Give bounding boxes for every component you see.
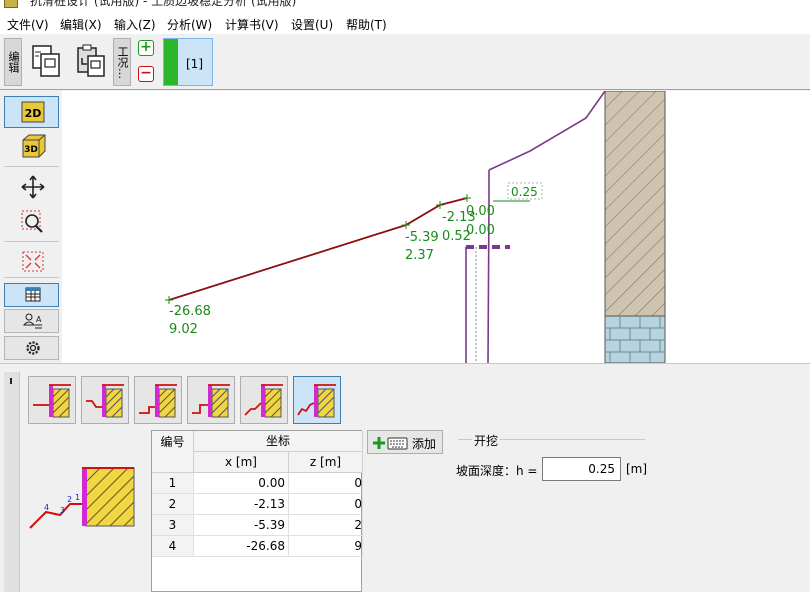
add-stage-button[interactable]: + xyxy=(138,40,154,56)
menu-edit[interactable]: 编辑(X) xyxy=(60,16,102,33)
col-header-z: z [m] xyxy=(289,452,363,473)
rock-region xyxy=(604,315,666,363)
view-tools: 2D 3D A xyxy=(0,91,62,363)
stage-tab[interactable]: 工况… xyxy=(113,38,131,86)
pan-button[interactable] xyxy=(4,172,59,200)
preview-label-4: 4 xyxy=(44,503,49,512)
point-3-x-label: -5.39 xyxy=(405,230,439,245)
depth-label: 0.25 xyxy=(511,185,538,199)
excavation-type-5-icon xyxy=(244,384,283,418)
title-bar: 抗滑桩设计 (试用版) - 土质边坡稳定分析 (试用版) xyxy=(0,0,810,12)
wall-left-line xyxy=(487,170,490,363)
cell-z[interactable]: 0 xyxy=(289,494,363,515)
preview-label-2: 2 xyxy=(67,495,72,504)
point-1-z-label: 0.00 xyxy=(466,223,495,238)
geometry-svg: 0.25 -26.68 9.02 -5.39 2.37 -2.13 0.52 0… xyxy=(165,91,666,363)
add-keyboard-icon xyxy=(373,437,408,450)
slope-boundary xyxy=(488,91,606,171)
preview-label-3: 3 xyxy=(60,506,65,515)
row-no: 3 xyxy=(152,515,194,536)
menu-settings[interactable]: 设置(U) xyxy=(291,16,333,33)
table-view-button[interactable] xyxy=(4,283,59,307)
excavation-type-3-icon xyxy=(139,384,177,418)
point-1-x-label: 0.00 xyxy=(466,204,495,219)
move-icon xyxy=(21,175,45,199)
svg-text:2D: 2D xyxy=(25,107,42,120)
excavation-group-label: 开挖 xyxy=(472,432,501,449)
preview-label-1: 1 xyxy=(75,493,80,502)
menu-file[interactable]: 文件(V) xyxy=(7,16,49,33)
svg-text:A: A xyxy=(36,315,42,324)
style-icon: A xyxy=(22,313,42,329)
remove-stage-button[interactable]: − xyxy=(138,66,154,82)
depth-unit: [m] xyxy=(626,462,648,476)
col-header-no: 编号 xyxy=(152,431,194,473)
view-2d-button[interactable]: 2D xyxy=(4,96,59,128)
stage-label: [1] xyxy=(186,57,203,71)
2d-icon: 2D xyxy=(21,101,45,123)
row-no: 1 xyxy=(152,473,194,494)
excavation-type-6-icon xyxy=(297,384,336,418)
edit-tab[interactable]: 编辑 xyxy=(4,38,22,86)
point-4-x-label: -26.68 xyxy=(169,304,211,319)
menu-bar: 文件(V) 编辑(X) 输入(Z) 分析(W) 计算书(V) 设置(U) 帮助(… xyxy=(0,12,810,34)
3d-icon: 3D xyxy=(22,134,46,158)
stage-1-button[interactable]: [1] xyxy=(163,38,213,86)
cell-x[interactable]: -5.39 xyxy=(194,515,289,536)
soil-region xyxy=(604,91,666,317)
excavation-type-4-icon xyxy=(192,384,230,418)
cell-x[interactable]: -2.13 xyxy=(194,494,289,515)
depth-field-label: 坡面深度：h = xyxy=(456,464,538,478)
input-panel: 4 3 2 1 编号 坐标 x [m] z [m] 1 0.00 0 2 -2.… xyxy=(0,372,810,592)
cell-z[interactable]: 0 xyxy=(289,473,363,494)
depth-input[interactable]: 0.25 xyxy=(542,457,621,481)
menu-report[interactable]: 计算书(V) xyxy=(225,16,279,33)
excavation-type-1-icon xyxy=(33,384,71,418)
excavation-type-2-button[interactable] xyxy=(81,376,129,424)
row-no: 2 xyxy=(152,494,194,515)
cell-x[interactable]: -26.68 xyxy=(194,536,289,557)
col-header-x: x [m] xyxy=(194,452,289,473)
panel-splitter[interactable] xyxy=(0,363,810,372)
menu-input[interactable]: 输入(Z) xyxy=(114,16,156,33)
view-3d-button[interactable]: 3D xyxy=(4,131,59,159)
zoom-button[interactable] xyxy=(4,207,59,235)
style-button[interactable]: A xyxy=(4,309,59,333)
excavation-type-2-icon xyxy=(86,384,124,418)
menu-help[interactable]: 帮助(T) xyxy=(346,16,387,33)
copy-icon[interactable] xyxy=(31,44,61,78)
gear-icon xyxy=(26,341,40,355)
table-icon xyxy=(25,287,41,302)
fit-icon xyxy=(22,251,44,272)
add-label: 添加 xyxy=(412,437,437,451)
paste-icon[interactable] xyxy=(76,44,106,78)
fit-view-button[interactable] xyxy=(4,247,59,275)
excavation-type-5-button[interactable] xyxy=(240,376,288,424)
excavation-type-3-button[interactable] xyxy=(134,376,182,424)
col-header-coord: 坐标 xyxy=(194,431,363,452)
app-icon xyxy=(4,0,18,8)
drawing-canvas[interactable]: 0.25 -26.68 9.02 -5.39 2.37 -2.13 0.52 0… xyxy=(62,91,810,363)
point-3-z-label: 2.37 xyxy=(405,248,434,263)
excavation-type-6-button[interactable] xyxy=(293,376,341,424)
add-point-button[interactable]: 添加 xyxy=(367,430,443,454)
excavation-preview: 4 3 2 1 xyxy=(29,467,135,529)
excavation-type-4-button[interactable] xyxy=(187,376,235,424)
main-toolbar: 编辑 工况… + − [1] xyxy=(0,34,810,90)
point-4-z-label: 9.02 xyxy=(169,322,198,337)
cell-x[interactable]: 0.00 xyxy=(194,473,289,494)
stage-active-indicator xyxy=(164,39,178,85)
svg-text:3D: 3D xyxy=(24,145,38,155)
cell-z[interactable]: 2 xyxy=(289,515,363,536)
row-no: 4 xyxy=(152,536,194,557)
zoom-icon xyxy=(21,210,43,233)
settings-button[interactable] xyxy=(4,336,59,360)
menu-analysis[interactable]: 分析(W) xyxy=(167,16,212,33)
cell-z[interactable]: 9 xyxy=(289,536,363,557)
panel-side-tab[interactable] xyxy=(4,372,20,592)
excavation-type-1-button[interactable] xyxy=(28,376,76,424)
window-title: 抗滑桩设计 (试用版) - 土质边坡稳定分析 (试用版) xyxy=(30,0,297,8)
coordinate-table: 编号 坐标 x [m] z [m] 1 0.00 0 2 -2.13 0 3 -… xyxy=(151,430,363,592)
